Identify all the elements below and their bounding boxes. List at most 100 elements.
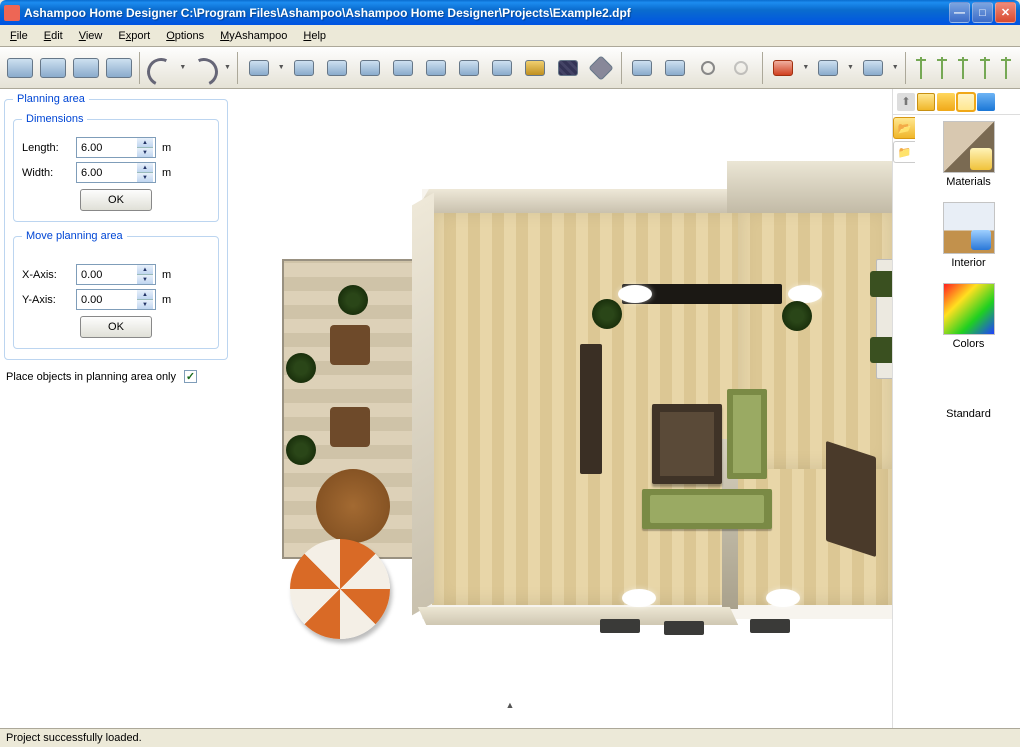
tool-pole-4[interactable]: [975, 53, 994, 83]
catalog-folder-1-icon[interactable]: [917, 93, 935, 111]
length-spinner[interactable]: ▲▼: [76, 137, 156, 158]
plant: [286, 353, 316, 383]
dimensions-legend: Dimensions: [22, 113, 87, 125]
menu-view[interactable]: View: [71, 27, 111, 45]
width-up[interactable]: ▲: [137, 163, 153, 173]
tool-view3d-1[interactable]: [4, 52, 35, 84]
length-up[interactable]: ▲: [137, 138, 153, 148]
tool-shape-2[interactable]: [288, 52, 319, 84]
tool-shape-1[interactable]: [243, 52, 274, 84]
tool-home[interactable]: [768, 52, 799, 84]
catalog-favorites-icon[interactable]: [937, 93, 955, 111]
tool-shape-6[interactable]: [420, 52, 451, 84]
width-label: Width:: [22, 167, 70, 179]
dining-chair: [870, 337, 892, 363]
x-down[interactable]: ▼: [137, 275, 153, 284]
app-icon: [4, 5, 20, 21]
tool-pole-3[interactable]: [954, 53, 973, 83]
tool-nav-2[interactable]: [660, 52, 691, 84]
minimize-button[interactable]: —: [949, 2, 970, 23]
tool-shape-roof[interactable]: [552, 52, 583, 84]
terrace-table: [316, 469, 390, 543]
menu-export[interactable]: Export: [110, 27, 158, 45]
tool-home-drop[interactable]: ▼: [801, 64, 811, 71]
design-canvas[interactable]: [232, 89, 892, 728]
radiator: [664, 621, 704, 635]
tool-group-drop[interactable]: ▼: [890, 64, 900, 71]
menu-myashampoo[interactable]: MyAshampoo: [212, 27, 295, 45]
plant: [782, 301, 812, 331]
catalog-object-icon[interactable]: [977, 93, 995, 111]
tool-pole-2[interactable]: [932, 53, 951, 83]
tool-shape-7[interactable]: [453, 52, 484, 84]
tool-shape-4[interactable]: [354, 52, 385, 84]
x-spinner[interactable]: ▲▼: [76, 264, 156, 285]
width-input[interactable]: [77, 163, 137, 182]
plant: [592, 299, 622, 329]
catalog-item-interior[interactable]: Interior: [943, 202, 995, 269]
length-label: Length:: [22, 142, 70, 154]
tool-shape-3[interactable]: [321, 52, 352, 84]
width-down[interactable]: ▼: [137, 173, 153, 182]
colors-thumb-icon: [943, 283, 995, 335]
tool-pole-5[interactable]: [996, 53, 1015, 83]
tool-redo-dropdown[interactable]: ▼: [223, 64, 233, 71]
y-spinner[interactable]: ▲▼: [76, 289, 156, 310]
catalog-item-standard[interactable]: Standard: [946, 408, 991, 420]
tool-undo-dropdown[interactable]: ▼: [178, 64, 188, 71]
tool-zoom-out[interactable]: [726, 52, 757, 84]
tool-view3d-2[interactable]: [37, 52, 68, 84]
move-ok-button[interactable]: OK: [80, 316, 152, 338]
menu-edit[interactable]: Edit: [36, 27, 71, 45]
tool-view3d-3[interactable]: [70, 52, 101, 84]
tool-zoom-in[interactable]: [693, 52, 724, 84]
tool-level-drop[interactable]: ▼: [846, 64, 856, 71]
umbrella: [290, 539, 390, 639]
tool-level[interactable]: [813, 52, 844, 84]
close-button[interactable]: ✕: [995, 2, 1016, 23]
tool-pole-1[interactable]: [911, 53, 930, 83]
y-up[interactable]: ▲: [137, 290, 153, 300]
radiator: [750, 619, 790, 633]
tool-undo[interactable]: [145, 52, 176, 84]
y-down[interactable]: ▼: [137, 300, 153, 309]
tool-redo[interactable]: [190, 52, 221, 84]
dimensions-ok-button[interactable]: OK: [80, 189, 152, 211]
x-input[interactable]: [77, 265, 137, 284]
catalog-item-colors[interactable]: Colors: [943, 283, 995, 350]
bottom-collapse-handle[interactable]: ▲: [0, 700, 1020, 710]
tool-shape-flat[interactable]: [585, 52, 616, 84]
dimensions-group: Dimensions Length: ▲▼ m Width: ▲▼ m: [13, 113, 219, 222]
length-down[interactable]: ▼: [137, 148, 153, 157]
menu-options[interactable]: Options: [158, 27, 212, 45]
ceiling-lamp: [766, 589, 800, 607]
x-up[interactable]: ▲: [137, 265, 153, 275]
standard-label: Standard: [946, 408, 991, 420]
catalog-folder-open-icon[interactable]: [957, 93, 975, 111]
tool-group[interactable]: [857, 52, 888, 84]
tool-shape-9[interactable]: [519, 52, 550, 84]
place-objects-label: Place objects in planning area only: [6, 371, 176, 383]
place-objects-checkbox[interactable]: ✓: [184, 370, 197, 383]
catalog-item-materials[interactable]: Materials: [943, 121, 995, 188]
interior-label: Interior: [951, 257, 985, 269]
maximize-button[interactable]: □: [972, 2, 993, 23]
status-text: Project successfully loaded.: [6, 732, 142, 744]
floorplan-3d: [282, 129, 892, 669]
y-unit: m: [162, 294, 171, 306]
tool-shape-8[interactable]: [486, 52, 517, 84]
length-input[interactable]: [77, 138, 137, 157]
tool-nav-1[interactable]: [627, 52, 658, 84]
catalog-up-icon[interactable]: ⬆: [897, 93, 915, 111]
tool-shape-1-drop[interactable]: ▼: [276, 64, 286, 71]
menu-file[interactable]: File: [2, 27, 36, 45]
catalog-tab-open[interactable]: 📂: [893, 117, 915, 139]
catalog-tab-closed[interactable]: 📁: [893, 141, 915, 163]
tool-view3d-4[interactable]: [103, 52, 134, 84]
width-spinner[interactable]: ▲▼: [76, 162, 156, 183]
tool-shape-5[interactable]: [387, 52, 418, 84]
menu-help[interactable]: Help: [295, 27, 334, 45]
ceiling-lamp: [622, 589, 656, 607]
y-input[interactable]: [77, 290, 137, 309]
x-label: X-Axis:: [22, 269, 70, 281]
